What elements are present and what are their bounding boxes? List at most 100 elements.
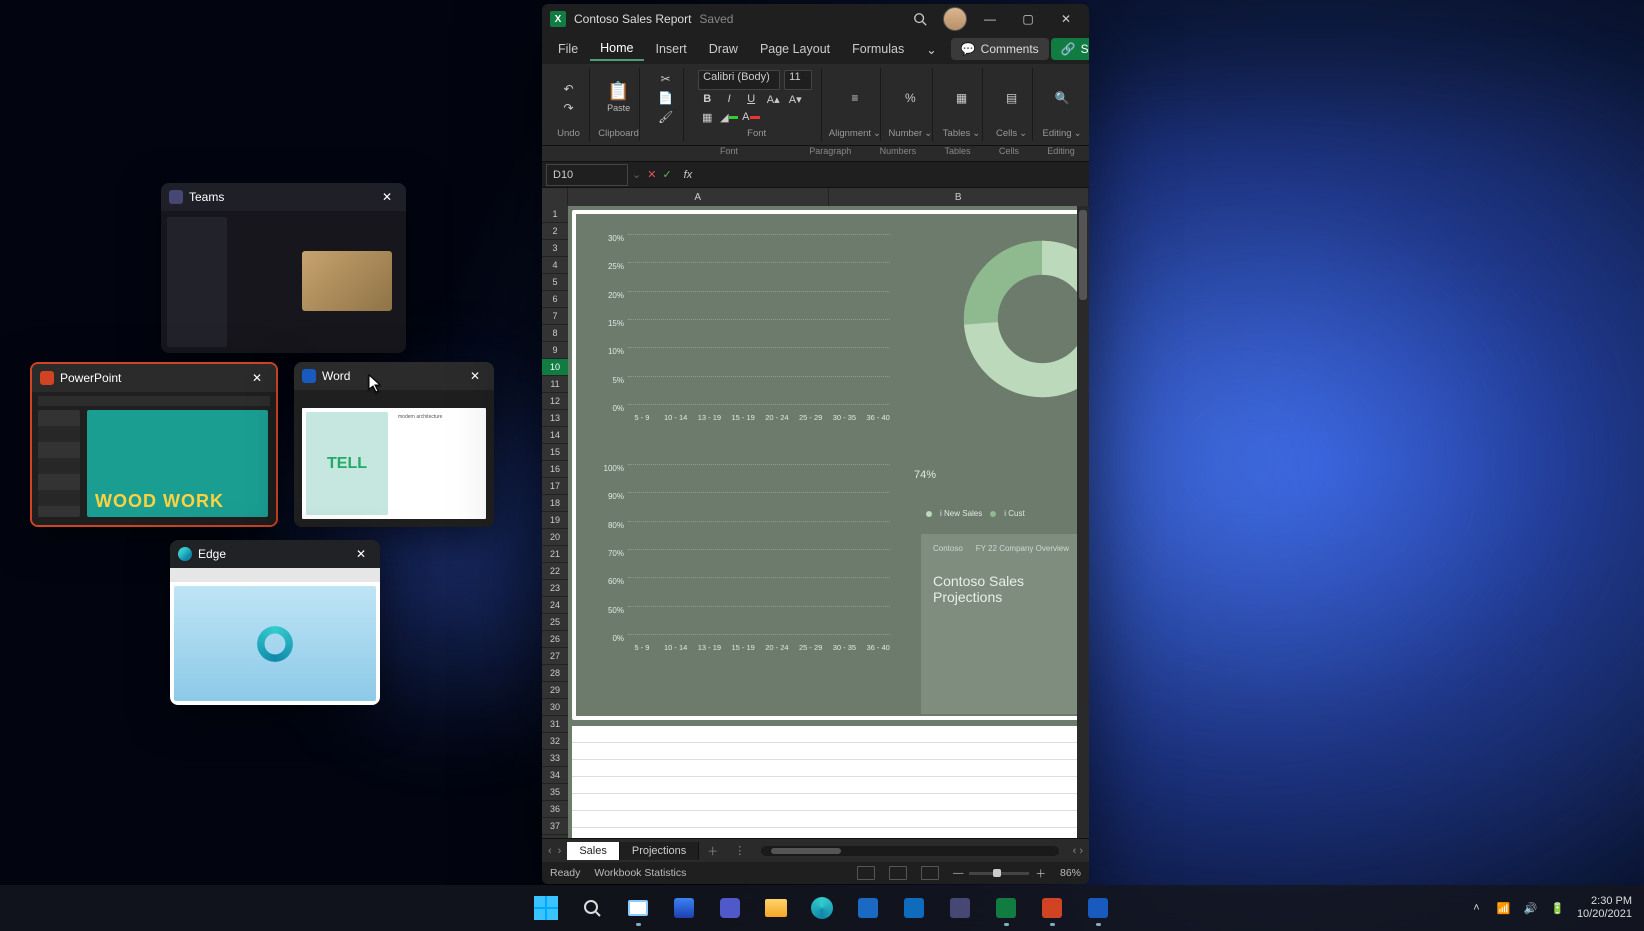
row-13[interactable]: 13 [542, 410, 568, 427]
close-icon[interactable]: ✕ [246, 367, 268, 389]
row-30[interactable]: 30 [542, 699, 568, 716]
word-button[interactable] [1078, 888, 1118, 928]
col-A[interactable]: A [568, 188, 829, 206]
close-icon[interactable]: ✕ [464, 365, 486, 387]
row-20[interactable]: 20 [542, 529, 568, 546]
bold-button[interactable]: B [698, 90, 716, 108]
row-5[interactable]: 5 [542, 274, 568, 291]
clock[interactable]: 2:30 PM 10/20/2021 [1577, 895, 1632, 920]
wifi-icon[interactable]: 📶 [1496, 901, 1511, 916]
row-18[interactable]: 18 [542, 495, 568, 512]
cancel-formula-icon[interactable]: ✕ [647, 168, 656, 181]
tab-formulas[interactable]: Formulas [842, 38, 914, 60]
row-22[interactable]: 22 [542, 563, 568, 580]
redo-icon[interactable]: ↷ [561, 100, 577, 116]
sheet-menu-icon[interactable]: ⋮ [726, 844, 753, 857]
close-icon[interactable]: ✕ [350, 543, 372, 565]
horizontal-scrollbar[interactable] [761, 846, 1058, 856]
row-10[interactable]: 10 [542, 359, 568, 376]
taskview-thumb-powerpoint[interactable]: PowerPoint ✕ WOOD WORK [30, 362, 278, 527]
row-3[interactable]: 3 [542, 240, 568, 257]
maximize-button[interactable]: ▢ [1013, 7, 1043, 31]
row-28[interactable]: 28 [542, 665, 568, 682]
row-29[interactable]: 29 [542, 682, 568, 699]
row-26[interactable]: 26 [542, 631, 568, 648]
row-12[interactable]: 12 [542, 393, 568, 410]
row-15[interactable]: 15 [542, 444, 568, 461]
font-size-select[interactable]: 11 [784, 70, 812, 90]
row-6[interactable]: 6 [542, 291, 568, 308]
outlook-button[interactable] [894, 888, 934, 928]
font-shrink-icon[interactable]: A▾ [786, 90, 804, 108]
fill-color-icon[interactable]: ◢ [720, 108, 738, 126]
row-14[interactable]: 14 [542, 427, 568, 444]
row-34[interactable]: 34 [542, 767, 568, 784]
col-B[interactable]: B [829, 188, 1090, 206]
search-icon[interactable] [905, 7, 935, 31]
spreadsheet-grid[interactable]: A B 123456789101112131415161718192021222… [542, 188, 1089, 838]
table-icon[interactable]: ▦ [954, 90, 970, 106]
store-button[interactable] [848, 888, 888, 928]
row-25[interactable]: 25 [542, 614, 568, 631]
format-painter-icon[interactable]: 🖌 [658, 109, 674, 125]
tab-file[interactable]: File [548, 38, 588, 60]
taskview-button[interactable] [618, 888, 658, 928]
share-button[interactable]: 🔗 Share ⌄ [1051, 38, 1089, 60]
teams-button[interactable] [940, 888, 980, 928]
view-pagelayout-icon[interactable] [889, 866, 907, 880]
edge-button[interactable] [802, 888, 842, 928]
volume-icon[interactable]: 🔊 [1523, 901, 1538, 916]
underline-button[interactable]: U [742, 90, 760, 108]
row-36[interactable]: 36 [542, 801, 568, 818]
paste-icon[interactable]: 📋 [611, 84, 627, 100]
row-7[interactable]: 7 [542, 308, 568, 325]
cut-icon[interactable]: ✂ [658, 71, 674, 87]
select-all-corner[interactable] [542, 188, 568, 206]
chevron-up-icon[interactable]: ˄ [1469, 901, 1484, 916]
widgets-button[interactable] [664, 888, 704, 928]
battery-icon[interactable]: 🔋 [1550, 901, 1565, 916]
percent-icon[interactable]: % [902, 90, 918, 106]
tab-more-icon[interactable]: ⌄ [916, 38, 946, 61]
font-color-icon[interactable]: A [742, 108, 760, 126]
tab-draw[interactable]: Draw [699, 38, 748, 60]
row-31[interactable]: 31 [542, 716, 568, 733]
row-1[interactable]: 1 [542, 206, 568, 223]
sheet-canvas[interactable]: 30%25%20%15%10%5%0%5 - 910 - 1413 - 1915… [568, 206, 1089, 838]
row-35[interactable]: 35 [542, 784, 568, 801]
search-button[interactable] [572, 888, 612, 928]
row-24[interactable]: 24 [542, 597, 568, 614]
minimize-button[interactable]: ― [975, 7, 1005, 31]
taskview-thumb-word[interactable]: Word ✕ TELL modern architecture [294, 362, 494, 527]
row-4[interactable]: 4 [542, 257, 568, 274]
row-2[interactable]: 2 [542, 223, 568, 240]
row-17[interactable]: 17 [542, 478, 568, 495]
view-pagebreak-icon[interactable] [921, 866, 939, 880]
name-box[interactable]: D10 [546, 164, 628, 186]
row-16[interactable]: 16 [542, 461, 568, 478]
add-sheet-icon[interactable]: ＋ [699, 843, 726, 859]
formula-input[interactable] [698, 164, 1089, 186]
font-grow-icon[interactable]: A▴ [764, 90, 782, 108]
row-33[interactable]: 33 [542, 750, 568, 767]
row-8[interactable]: 8 [542, 325, 568, 342]
chat-button[interactable] [710, 888, 750, 928]
row-9[interactable]: 9 [542, 342, 568, 359]
tab-home[interactable]: Home [590, 37, 643, 61]
row-11[interactable]: 11 [542, 376, 568, 393]
sheet-tab-sales[interactable]: Sales [567, 842, 620, 860]
row-23[interactable]: 23 [542, 580, 568, 597]
row-19[interactable]: 19 [542, 512, 568, 529]
row-37[interactable]: 37 [542, 818, 568, 835]
start-button[interactable] [526, 888, 566, 928]
next-sheet-icon[interactable]: › [558, 845, 562, 857]
excel-button[interactable] [986, 888, 1026, 928]
vertical-scrollbar[interactable] [1077, 206, 1089, 838]
comments-button[interactable]: 💬 Comments [951, 38, 1049, 60]
sheet-tab-projections[interactable]: Projections [620, 842, 699, 860]
zoom-control[interactable]: ― ＋ [953, 866, 1046, 881]
taskview-thumb-edge[interactable]: Edge ✕ [170, 540, 380, 705]
align-icon[interactable]: ≡ [847, 90, 863, 106]
copy-icon[interactable]: 📄 [658, 90, 674, 106]
view-normal-icon[interactable] [857, 866, 875, 880]
